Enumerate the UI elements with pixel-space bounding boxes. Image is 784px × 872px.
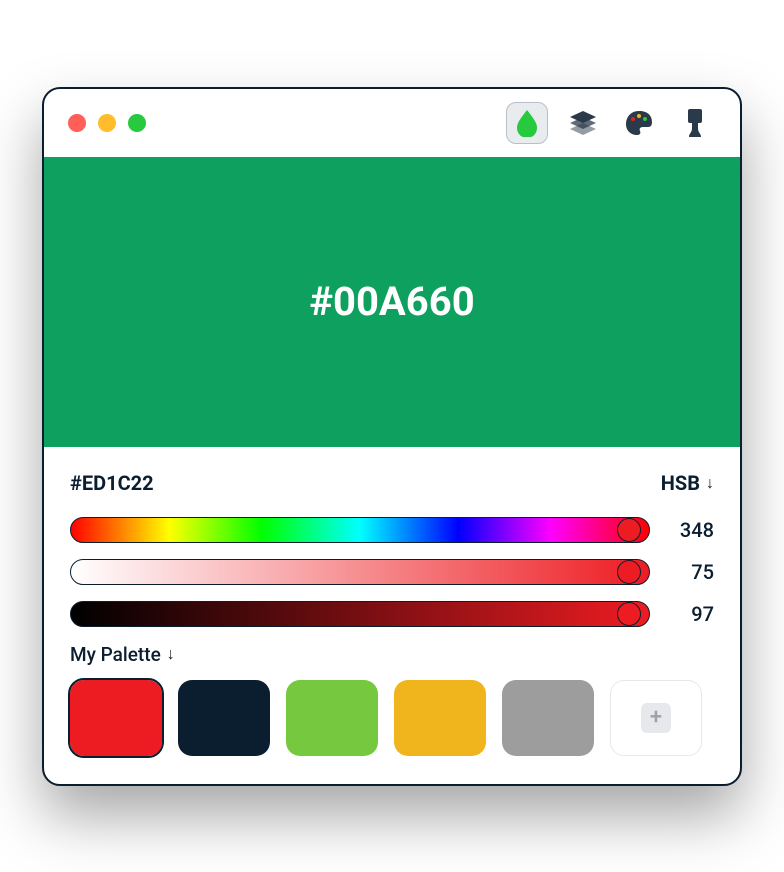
palette-swatch[interactable] <box>178 680 270 756</box>
hue-thumb[interactable] <box>617 518 641 542</box>
hue-row: 348 <box>70 517 714 543</box>
palette-swatch[interactable] <box>502 680 594 756</box>
palette-swatch[interactable] <box>286 680 378 756</box>
chevron-down-icon: ↓ <box>706 473 714 493</box>
tool-eyedropper[interactable] <box>506 102 548 144</box>
preview-hex-label: #00A660 <box>309 278 474 325</box>
drop-icon <box>516 109 538 137</box>
tool-layers[interactable] <box>562 102 604 144</box>
add-swatch-button[interactable]: + <box>610 680 702 756</box>
value-header-row: #ED1C22 HSB ↓ <box>70 471 714 495</box>
palette-icon <box>624 109 654 137</box>
saturation-row: 75 <box>70 559 714 585</box>
window-controls <box>68 114 146 132</box>
plus-icon: + <box>641 703 671 733</box>
color-mode-label: HSB <box>661 471 700 495</box>
tool-brush[interactable] <box>674 102 716 144</box>
hue-slider[interactable] <box>70 517 650 543</box>
brightness-thumb[interactable] <box>617 602 641 626</box>
close-window-button[interactable] <box>68 114 86 132</box>
color-mode-selector[interactable]: HSB ↓ <box>661 471 714 495</box>
saturation-slider[interactable] <box>70 559 650 585</box>
palette-selector[interactable]: My Palette ↓ <box>70 643 714 666</box>
hue-value: 348 <box>668 518 714 542</box>
color-preview: #00A660 <box>44 157 740 447</box>
brightness-value: 97 <box>668 602 714 626</box>
saturation-thumb[interactable] <box>617 560 641 584</box>
color-picker-window: #00A660 #ED1C22 HSB ↓ 348 75 97 <box>42 87 742 786</box>
brush-icon <box>683 108 707 138</box>
titlebar <box>44 89 740 157</box>
controls-panel: #ED1C22 HSB ↓ 348 75 97 My Palett <box>44 447 740 784</box>
palette-name: My Palette <box>70 643 161 666</box>
layers-icon <box>569 110 597 136</box>
chevron-down-icon: ↓ <box>167 644 175 664</box>
palette-swatches: + <box>70 680 714 756</box>
brightness-row: 97 <box>70 601 714 627</box>
maximize-window-button[interactable] <box>128 114 146 132</box>
toolbar <box>506 102 716 144</box>
palette-swatch[interactable] <box>394 680 486 756</box>
saturation-value: 75 <box>668 560 714 584</box>
current-hex[interactable]: #ED1C22 <box>70 471 154 495</box>
minimize-window-button[interactable] <box>98 114 116 132</box>
palette-swatch[interactable] <box>70 680 162 756</box>
tool-palette[interactable] <box>618 102 660 144</box>
brightness-slider[interactable] <box>70 601 650 627</box>
